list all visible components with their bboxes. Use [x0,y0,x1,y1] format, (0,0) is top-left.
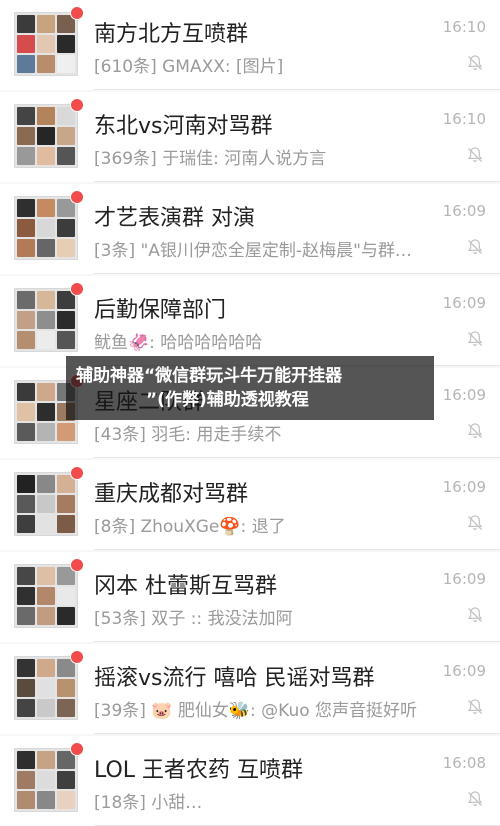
unread-dot [70,98,84,112]
chat-name: 重庆成都对骂群 [94,482,249,507]
group-avatar [14,564,78,628]
chat-row[interactable]: 冈本 杜蕾斯互骂群[53条] 双子 :: 我没法加阿 16:09 [0,552,500,642]
chat-time: 16:09 [442,662,486,680]
chat-name: LOL 王者农药 互喷群 [94,758,304,783]
chat-preview: [3条] "A银川伊恋全屋定制-赵梅晨"与群… [94,241,412,261]
group-avatar [14,104,78,168]
row-divider [94,549,500,550]
chat-name: 才艺表演群 对演 [94,206,255,231]
chat-preview: [39条] 🐷 肥仙女🐝: @Kuo 您声音挺好听 [94,701,418,721]
bell-slash-icon [466,790,484,808]
chat-name: 南方北方互喷群 [94,22,249,47]
chat-preview: [369条] 于瑞佳: 河南人说方言 [94,149,327,169]
chat-time: 16:09 [442,478,486,496]
chat-row[interactable]: 摇滚vs流行 嘻哈 民谣对骂群 [39条] 🐷 肥仙女🐝: @Kuo 您声音挺好听… [0,644,500,734]
chat-name: 冈本 杜蕾斯互骂群 [94,574,277,599]
chat-preview: [8条] ZhouXGe🍄: 退了 [94,517,286,537]
unread-dot [70,190,84,204]
chat-time: 16:10 [442,18,486,36]
chat-preview: [53条] 双子 :: 我没法加阿 [94,609,293,629]
unread-dot [70,282,84,296]
unread-dot [70,650,84,664]
chat-time: 16:09 [442,386,486,404]
chat-preview: [18条] 小甜… [94,793,203,813]
chat-row[interactable]: LOL 王者农药 互喷群 [18条] 小甜… 16:08 [0,736,500,826]
unread-dot [70,742,84,756]
chat-row[interactable]: 后勤保障部门鱿鱼🦑: 哈哈哈哈哈哈 16:09 [0,276,500,366]
unread-dot [70,6,84,20]
group-avatar [14,288,78,352]
chat-time: 16:09 [442,202,486,220]
bell-slash-icon [466,606,484,624]
watermark-overlay: 辅助神器“微信群玩斗牛万能开挂器 ”(作弊)辅助透视教程 [66,356,434,420]
chat-time: 16:10 [442,110,486,128]
group-avatar [14,656,78,720]
overlay-title-line1: 辅助神器“微信群玩斗牛万能开挂器 [76,366,343,386]
chat-time: 16:09 [442,294,486,312]
bell-slash-icon [466,330,484,348]
chat-time: 16:09 [442,570,486,588]
group-avatar [14,196,78,260]
chat-time: 16:08 [442,754,486,772]
chat-preview: [610条] GMAXX: [图片] [94,57,284,77]
chat-name: 后勤保障部门 [94,298,227,323]
group-avatar [14,472,78,536]
chat-preview: [43条] 羽毛: 用走手续不 [94,425,282,445]
bell-slash-icon [466,238,484,256]
bell-slash-icon [466,54,484,72]
chat-name: 东北vs河南对骂群 [94,114,273,139]
chat-row[interactable]: 南方北方互喷群 [610条] GMAXX: [图片] 16:10 [0,0,500,90]
unread-dot [70,466,84,480]
chat-name: 摇滚vs流行 嘻哈 民谣对骂群 [94,666,375,691]
row-divider [94,641,500,642]
bell-slash-icon [466,514,484,532]
chat-row[interactable]: 东北vs河南对骂群 [369条] 于瑞佳: 河南人说方言 16:10 [0,92,500,182]
bell-slash-icon [466,422,484,440]
row-divider [94,181,500,182]
row-divider [94,89,500,90]
group-avatar [14,12,78,76]
overlay-title-line2: ”(作弊)辅助透视教程 [146,390,309,410]
chat-row[interactable]: 重庆成都对骂群 [8条] ZhouXGe🍄: 退了 16:09 [0,460,500,550]
bell-slash-icon [466,698,484,716]
row-divider [94,457,500,458]
row-divider [94,733,500,734]
chat-preview: 鱿鱼🦑: 哈哈哈哈哈哈 [94,333,263,353]
unread-dot [70,558,84,572]
group-avatar [14,748,78,812]
chat-row[interactable]: 才艺表演群 对演 [3条] "A银川伊恋全屋定制-赵梅晨"与群… 16:09 [0,184,500,274]
bell-slash-icon [466,146,484,164]
row-divider [94,273,500,274]
